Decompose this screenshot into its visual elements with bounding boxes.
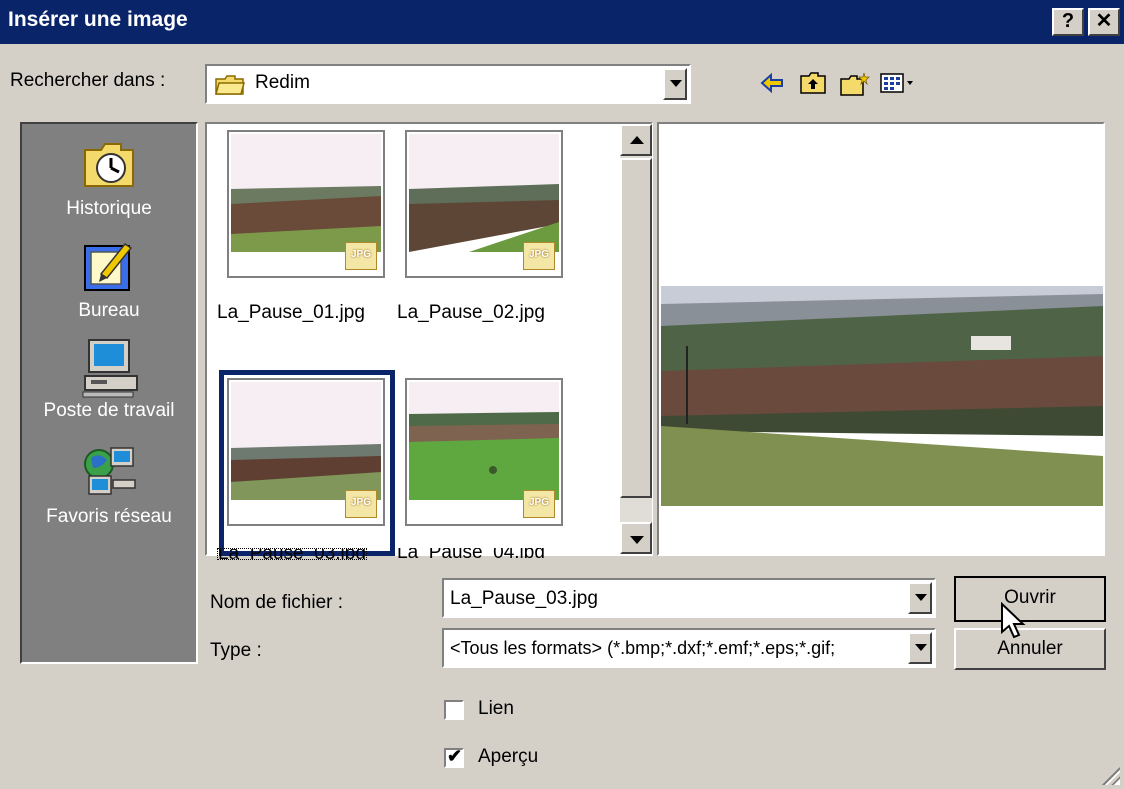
folder-icon (215, 74, 245, 95)
lookin-combo[interactable]: Redim (205, 64, 691, 104)
file-thumbnail[interactable]: JPG (227, 130, 385, 278)
views-menu-icon[interactable] (880, 72, 916, 100)
type-dropdown-button[interactable] (908, 632, 932, 664)
place-desktop-label: Bureau (78, 300, 140, 321)
checkmark-icon: ✔ (447, 746, 463, 766)
resize-grip-icon[interactable] (1100, 765, 1120, 785)
place-history[interactable]: Historique (22, 136, 196, 220)
type-combo[interactable]: <Tous les formats> (*.bmp;*.dxf;*.emf;*.… (442, 628, 936, 668)
scroll-up-button[interactable] (620, 124, 652, 156)
jpg-file-icon: JPG (345, 490, 377, 518)
history-icon (81, 136, 137, 192)
file-thumbnail-selected[interactable]: JPG (227, 378, 385, 526)
title-bar[interactable]: Insérer une image ? ✕ (0, 0, 1124, 44)
place-my-computer-label: Poste de travail (43, 400, 175, 421)
type-label: Type : (210, 640, 262, 661)
scroll-thumb[interactable] (620, 158, 652, 498)
computer-icon (81, 338, 138, 398)
jpg-file-icon: JPG (523, 490, 555, 518)
file-name-selected[interactable]: La_Pause_03.jpg (217, 548, 367, 560)
link-checkbox-label: Lien (478, 698, 514, 719)
cancel-button[interactable]: Annuler (954, 628, 1106, 670)
chevron-down-icon (670, 80, 682, 87)
network-icon (81, 444, 137, 500)
chevron-down-icon (915, 594, 927, 601)
up-folder-icon[interactable] (800, 72, 826, 100)
preview-image (661, 176, 1103, 506)
lookin-dropdown-button[interactable] (663, 68, 687, 100)
jpg-file-icon: JPG (345, 242, 377, 270)
arrow-down-icon (630, 536, 644, 544)
places-bar: Historique Bureau Poste de travail Favor… (20, 122, 198, 664)
help-button[interactable]: ? (1052, 8, 1084, 36)
type-select-value: <Tous les formats> (*.bmp;*.dxf;*.emf;*.… (450, 638, 836, 658)
place-network[interactable]: Favoris réseau (22, 444, 196, 528)
lookin-value: Redim (255, 72, 310, 93)
jpg-file-icon: JPG (523, 242, 555, 270)
file-name[interactable]: La_Pause_04.jpg (397, 548, 545, 558)
filename-label: Nom de fichier : (210, 592, 344, 613)
desktop-icon (81, 238, 137, 294)
window-title: Insérer une image (8, 8, 188, 31)
insert-image-dialog: Insérer une image ? ✕ Rechercher dans : … (0, 0, 1124, 789)
file-list-scrollbar[interactable] (620, 124, 652, 554)
mouse-cursor-icon (1000, 601, 1028, 646)
preview-checkbox-label: Aperçu (478, 746, 539, 767)
lookin-label: Rechercher dans : (10, 70, 166, 91)
chevron-down-icon (915, 644, 927, 651)
back-icon[interactable] (760, 72, 784, 100)
close-button[interactable]: ✕ (1088, 8, 1120, 36)
arrow-up-icon (630, 136, 644, 144)
place-history-label: Historique (66, 198, 152, 219)
filename-dropdown-button[interactable] (908, 582, 932, 614)
place-my-computer[interactable]: Poste de travail (22, 338, 196, 422)
filename-input[interactable]: La_Pause_03.jpg (450, 588, 598, 610)
file-name[interactable]: La_Pause_02.jpg (397, 302, 545, 324)
file-list[interactable]: JPG La_Pause_01.jpg JPG La_Pause_02.jpg … (205, 122, 653, 560)
place-network-label: Favoris réseau (46, 506, 172, 527)
place-desktop[interactable]: Bureau (22, 238, 196, 322)
file-thumbnail[interactable]: JPG (405, 378, 563, 526)
link-checkbox[interactable] (444, 700, 464, 720)
preview-checkbox[interactable]: ✔ (444, 746, 464, 768)
preview-pane (657, 122, 1105, 556)
open-button[interactable]: Ouvrir (954, 576, 1106, 622)
new-folder-icon[interactable] (840, 72, 870, 102)
file-name[interactable]: La_Pause_01.jpg (217, 302, 365, 324)
scroll-down-button[interactable] (620, 522, 652, 554)
filename-combo[interactable]: La_Pause_03.jpg (442, 578, 936, 618)
file-thumbnail[interactable]: JPG (405, 130, 563, 278)
